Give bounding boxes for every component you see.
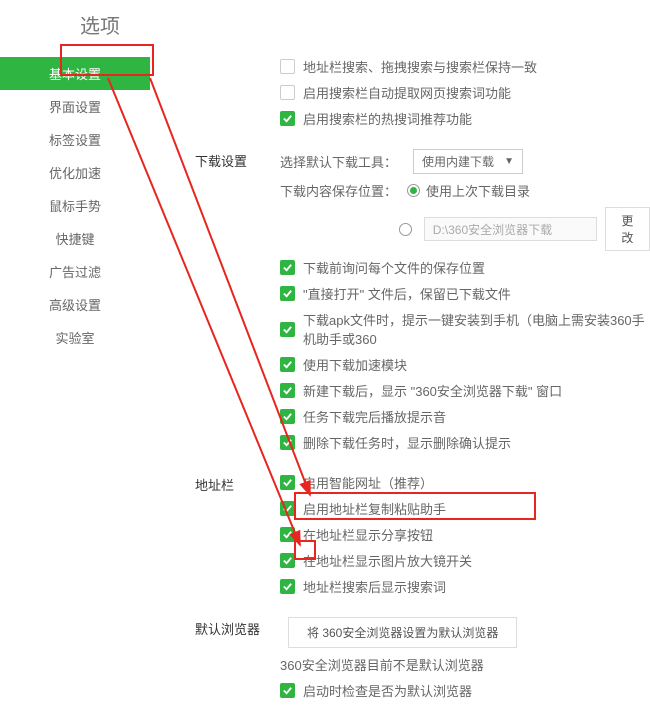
search-row-2-checkbox[interactable] (280, 111, 295, 126)
sidebar-item-5[interactable]: 快捷键 (0, 222, 150, 255)
search-row-1-label: 启用搜索栏自动提取网页搜索词功能 (303, 83, 511, 102)
radio-use-last-dir-label: 使用上次下载目录 (426, 181, 530, 200)
download-row-2: 下载apk文件时，提示一键安装到手机（电脑上需安装360手机助手或360 (280, 310, 650, 348)
sidebar-item-0[interactable]: 基本设置 (0, 57, 150, 90)
address-row-0: 启用智能网址（推荐） (280, 473, 650, 492)
search-row-0-label: 地址栏搜索、拖拽搜索与搜索栏保持一致 (303, 57, 537, 76)
download-row-6: 删除下载任务时，显示删除确认提示 (280, 433, 650, 452)
search-section: 地址栏搜索、拖拽搜索与搜索栏保持一致启用搜索栏自动提取网页搜索词功能启用搜索栏的… (195, 57, 650, 135)
download-tool-value: 使用内建下载 (422, 153, 494, 170)
download-row-2-label: 下载apk文件时，提示一键安装到手机（电脑上需安装360手机助手或360 (303, 310, 650, 348)
chevron-down-icon: ▼ (504, 156, 514, 167)
address-row-4: 地址栏搜索后显示搜索词 (280, 577, 650, 596)
content-area: 地址栏搜索、拖拽搜索与搜索栏保持一致启用搜索栏自动提取网页搜索词功能启用搜索栏的… (150, 57, 650, 728)
download-section: 下载设置 选择默认下载工具： 使用内建下载 ▼ 下载内容保存位置： 使用上次下载… (195, 149, 650, 459)
sidebar-item-6[interactable]: 广告过滤 (0, 255, 150, 288)
download-row-0: 下载前询问每个文件的保存位置 (280, 258, 650, 277)
download-tool-select[interactable]: 使用内建下载 ▼ (413, 149, 523, 174)
address-section: 地址栏 启用智能网址（推荐） 启用地址栏复制粘贴助手在地址栏显示分享按钮在地址栏显… (195, 473, 650, 603)
default-browser-section: 默认浏览器 将 360安全浏览器设置为默认浏览器 360安全浏览器目前不是默认浏… (195, 617, 650, 714)
download-row-5-label: 任务下载完后播放提示音 (303, 407, 446, 426)
search-row-0: 地址栏搜索、拖拽搜索与搜索栏保持一致 (280, 57, 650, 76)
address-row-2-checkbox[interactable] (280, 527, 295, 542)
page-title: 选项 (0, 0, 650, 57)
download-row-4: 新建下载后，显示 "360安全浏览器下载" 窗口 (280, 381, 650, 400)
download-row-1: "直接打开" 文件后，保留已下载文件 (280, 284, 650, 303)
download-row-1-label: "直接打开" 文件后，保留已下载文件 (303, 284, 511, 303)
download-row-1-checkbox[interactable] (280, 286, 295, 301)
set-default-browser-button[interactable]: 将 360安全浏览器设置为默认浏览器 (288, 617, 517, 648)
address-row-3-checkbox[interactable] (280, 553, 295, 568)
sidebar-item-7[interactable]: 高级设置 (0, 288, 150, 321)
radio-use-last-dir[interactable] (407, 184, 420, 197)
download-row-3-label: 使用下载加速模块 (303, 355, 407, 374)
address-row-1-label: 启用地址栏复制粘贴助手 (303, 499, 446, 518)
download-row-6-label: 删除下载任务时，显示删除确认提示 (303, 433, 511, 452)
download-row-0-label: 下载前询问每个文件的保存位置 (303, 258, 485, 277)
search-row-1: 启用搜索栏自动提取网页搜索词功能 (280, 83, 650, 102)
address-row-4-checkbox[interactable] (280, 579, 295, 594)
search-row-2-label: 启用搜索栏的热搜词推荐功能 (303, 109, 472, 128)
default-browser-status: 360安全浏览器目前不是默认浏览器 (280, 655, 484, 674)
download-save-label: 下载内容保存位置： (280, 181, 397, 200)
address-row-1: 启用地址栏复制粘贴助手 (280, 499, 650, 518)
download-row-3: 使用下载加速模块 (280, 355, 650, 374)
download-tool-label: 选择默认下载工具： (280, 152, 397, 171)
address-row-4-label: 地址栏搜索后显示搜索词 (303, 577, 446, 596)
address-row-0-label: 启用智能网址（推荐） (303, 473, 433, 492)
sidebar-item-2[interactable]: 标签设置 (0, 123, 150, 156)
download-row-5: 任务下载完后播放提示音 (280, 407, 650, 426)
default-check: 启动时检查是否为默认浏览器 (280, 681, 472, 700)
address-row-0-checkbox[interactable] (280, 475, 295, 490)
download-path-input[interactable] (424, 217, 597, 241)
download-row-3-checkbox[interactable] (280, 357, 295, 372)
address-row-2: 在地址栏显示分享按钮 (280, 525, 650, 544)
sidebar-item-8[interactable]: 实验室 (0, 321, 150, 354)
address-row-1-checkbox[interactable] (280, 501, 295, 516)
download-row-6-checkbox[interactable] (280, 435, 295, 450)
address-row-3-label: 在地址栏显示图片放大镜开关 (303, 551, 472, 570)
download-row-2-checkbox[interactable] (280, 322, 295, 337)
download-row-4-checkbox[interactable] (280, 383, 295, 398)
default-check-checkbox[interactable] (280, 683, 295, 698)
sidebar: 基本设置界面设置标签设置优化加速鼠标手势快捷键广告过滤高级设置实验室 (0, 57, 150, 728)
address-row-3: 在地址栏显示图片放大镜开关 (280, 551, 650, 570)
search-row-1-checkbox[interactable] (280, 85, 295, 100)
address-row-2-label: 在地址栏显示分享按钮 (303, 525, 433, 544)
download-row-0-checkbox[interactable] (280, 260, 295, 275)
download-row-5-checkbox[interactable] (280, 409, 295, 424)
search-row-0-checkbox[interactable] (280, 59, 295, 74)
section-label-download: 下载设置 (195, 149, 280, 459)
change-path-button[interactable]: 更改 (605, 207, 650, 251)
sidebar-item-4[interactable]: 鼠标手势 (0, 189, 150, 222)
download-row-4-label: 新建下载后，显示 "360安全浏览器下载" 窗口 (303, 381, 562, 400)
search-row-2: 启用搜索栏的热搜词推荐功能 (280, 109, 650, 128)
sidebar-item-1[interactable]: 界面设置 (0, 90, 150, 123)
default-check-label: 启动时检查是否为默认浏览器 (303, 681, 472, 700)
radio-custom-dir[interactable] (399, 223, 412, 236)
section-label-default: 默认浏览器 (195, 617, 280, 714)
section-label-address: 地址栏 (195, 473, 280, 603)
sidebar-item-3[interactable]: 优化加速 (0, 156, 150, 189)
